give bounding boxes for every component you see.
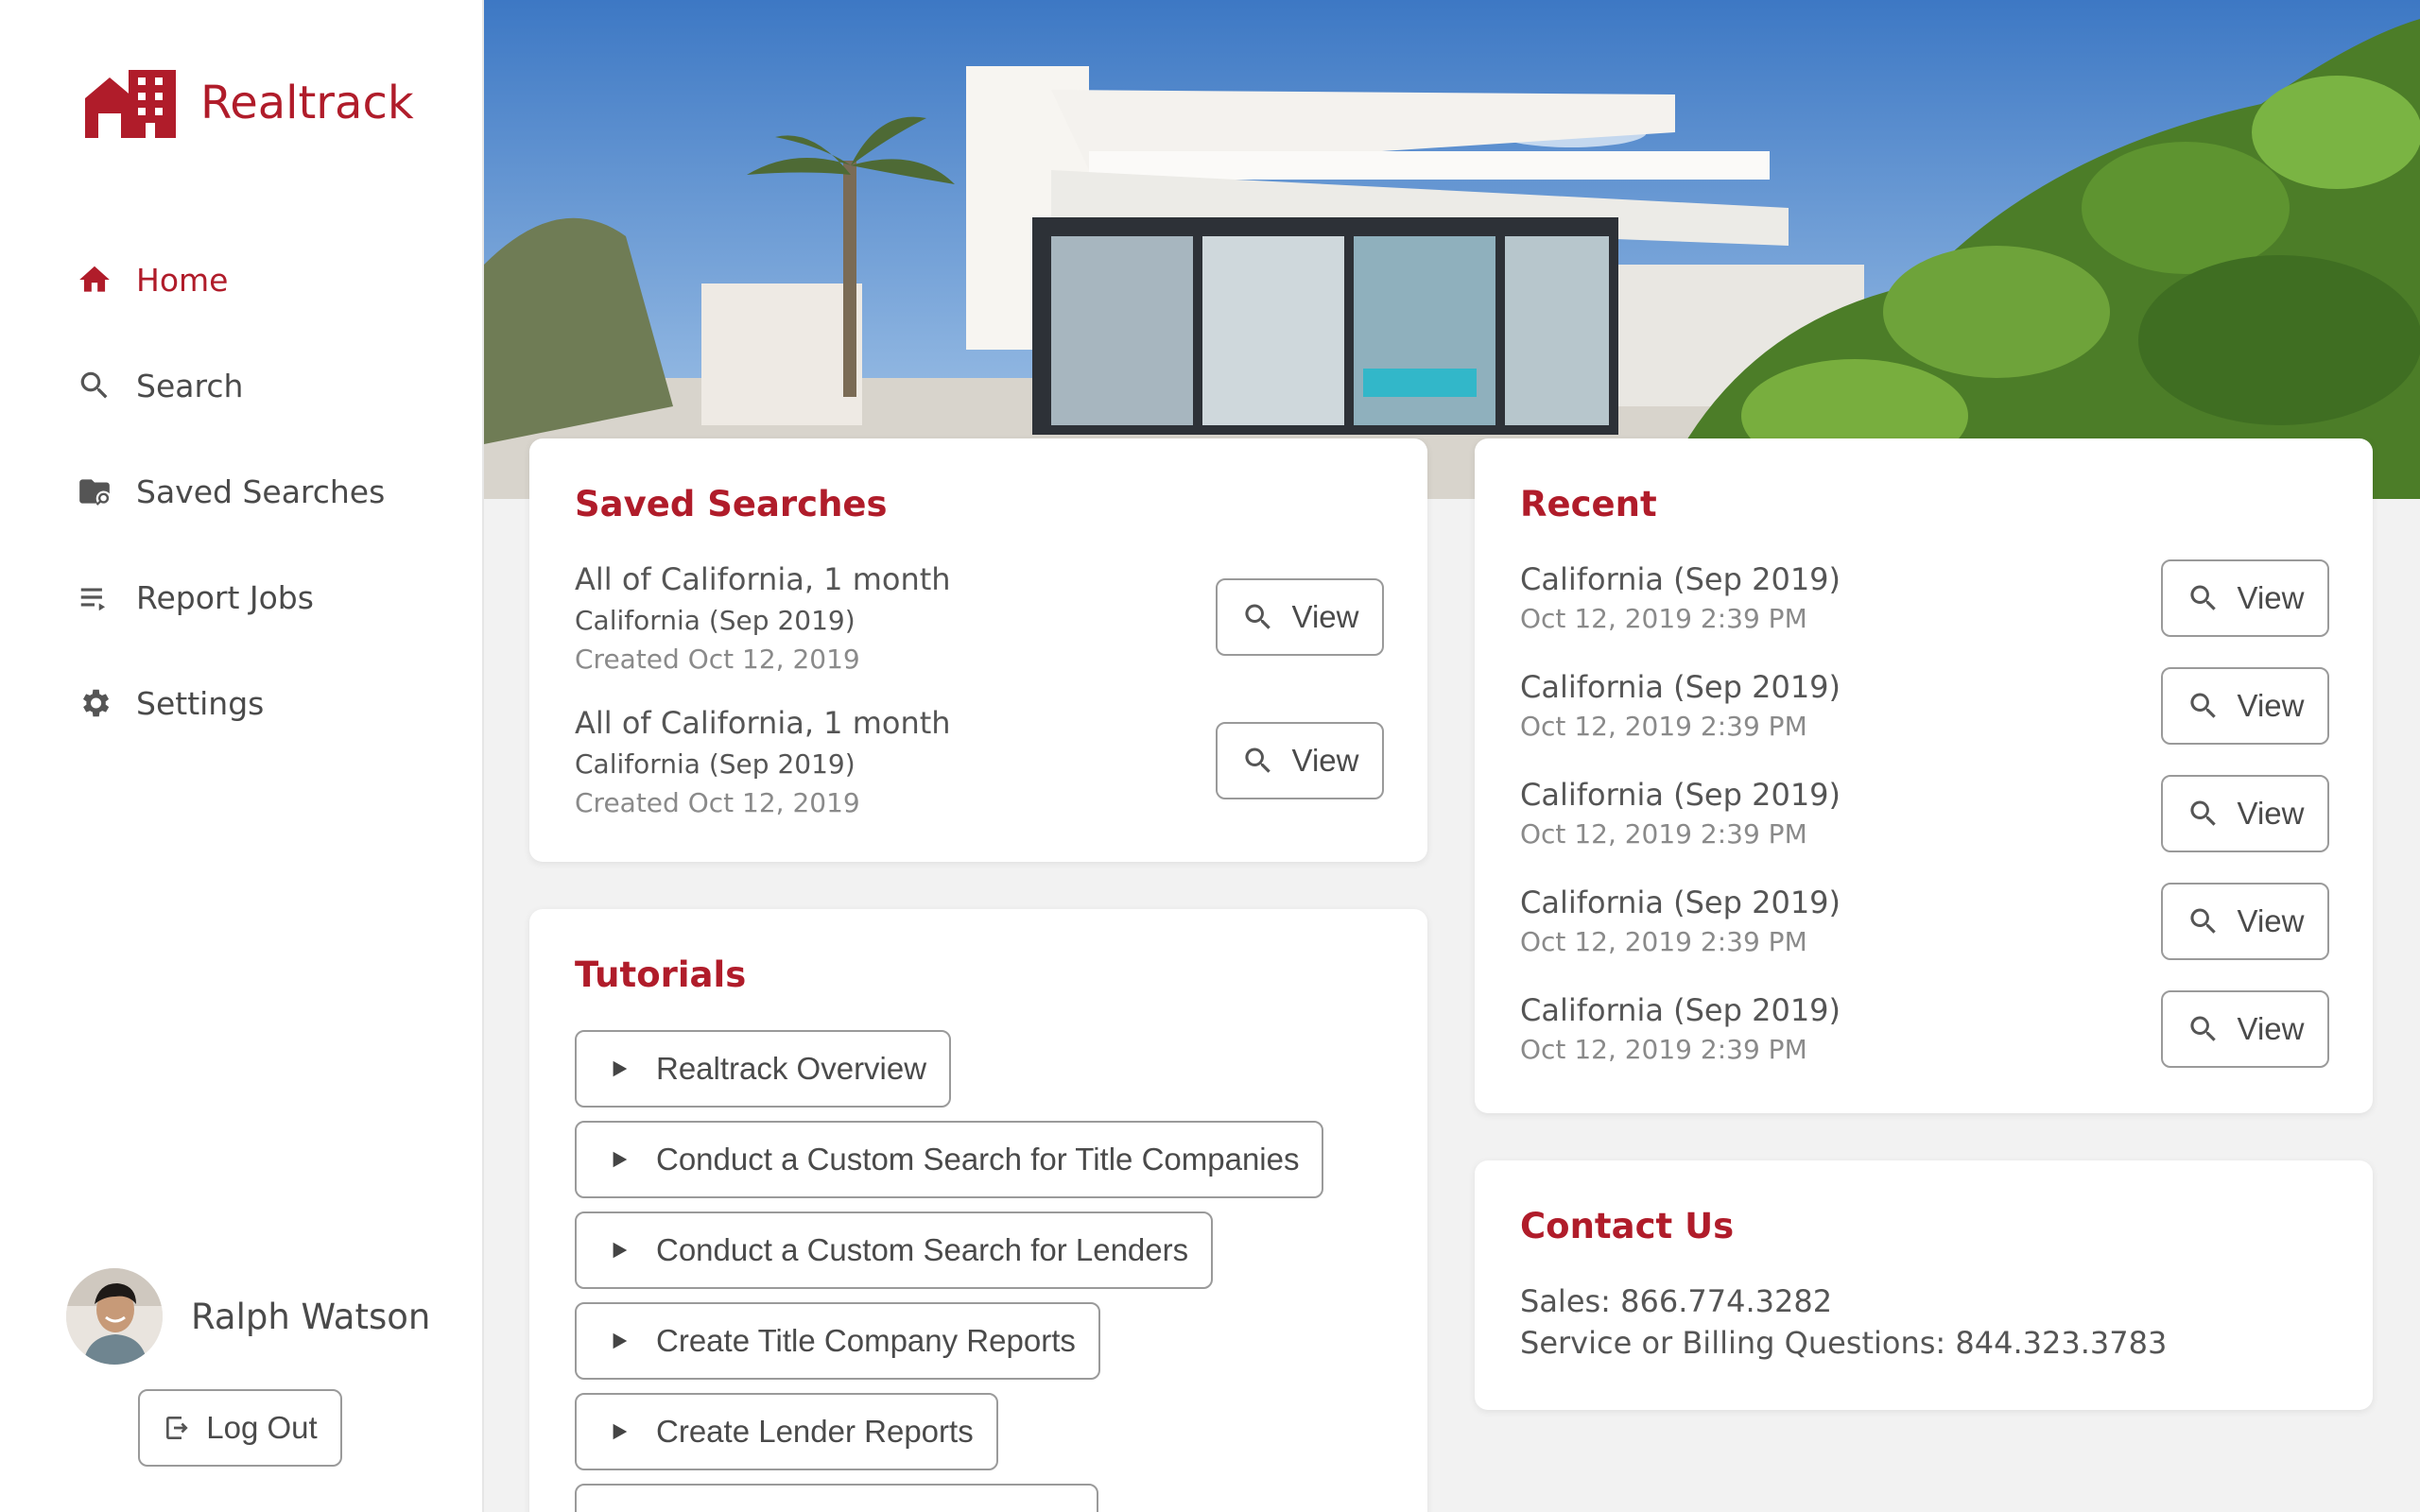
tutorial-button[interactable]: Conduct a Custom Search for Lenders bbox=[575, 1211, 1214, 1289]
tutorial-label: Realtrack Overview bbox=[656, 1051, 927, 1086]
nav-item-settings[interactable]: Settings bbox=[76, 650, 385, 756]
sidebar: Realtrack Home Search Saved Searches Rep… bbox=[0, 0, 484, 1512]
view-button[interactable]: View bbox=[2161, 990, 2329, 1068]
folder-search-icon bbox=[76, 472, 113, 510]
app-logo[interactable]: Realtrack bbox=[83, 66, 414, 140]
nav-label-report-jobs: Report Jobs bbox=[136, 578, 314, 616]
search-icon bbox=[1244, 604, 1270, 629]
view-button[interactable]: View bbox=[2161, 775, 2329, 852]
play-icon bbox=[613, 1423, 628, 1440]
tutorial-button[interactable]: Realtrack Overview bbox=[575, 1030, 952, 1108]
main-nav: Home Search Saved Searches Report Jobs S… bbox=[76, 227, 385, 756]
user-profile[interactable]: Ralph Watson bbox=[66, 1268, 430, 1365]
play-icon bbox=[613, 1242, 628, 1259]
logout-button[interactable]: Log Out bbox=[138, 1389, 342, 1467]
search-icon bbox=[2189, 585, 2216, 610]
building-logo-icon bbox=[85, 70, 176, 138]
gear-icon bbox=[76, 684, 113, 722]
search-icon bbox=[2189, 908, 2216, 934]
view-label: View bbox=[2237, 688, 2305, 723]
view-label: View bbox=[2237, 580, 2305, 615]
search-icon bbox=[2189, 1016, 2216, 1041]
nav-label-home: Home bbox=[136, 261, 229, 299]
home-icon bbox=[76, 261, 113, 299]
nav-item-search[interactable]: Search bbox=[76, 333, 385, 438]
saved-searches-card: Saved Searches All of California, 1 mont… bbox=[529, 438, 1427, 862]
contact-title: Contact Us bbox=[1520, 1206, 1735, 1246]
tutorial-button[interactable]: Conduct a Custom Search for Title Compan… bbox=[575, 1121, 1324, 1198]
view-label: View bbox=[2237, 796, 2305, 831]
view-label: View bbox=[2237, 903, 2305, 938]
nav-label-settings: Settings bbox=[136, 684, 265, 722]
view-label: View bbox=[1291, 743, 1359, 778]
tutorials-title: Tutorials bbox=[575, 954, 747, 995]
play-icon bbox=[613, 1332, 628, 1349]
tutorial-label: Conduct a Custom Search for Title Compan… bbox=[656, 1142, 1300, 1177]
tutorial-label: Create Title Company Reports bbox=[656, 1323, 1076, 1358]
tutorial-button[interactable]: Create Lender Reports bbox=[575, 1393, 998, 1470]
saved-searches-title: Saved Searches bbox=[575, 484, 888, 524]
avatar bbox=[66, 1268, 163, 1365]
app-name: Realtrack bbox=[200, 77, 414, 129]
play-icon bbox=[613, 1060, 628, 1077]
view-button[interactable]: View bbox=[1216, 578, 1384, 656]
service-phone: Service or Billing Questions: 844.323.37… bbox=[1520, 1325, 2168, 1361]
play-icon bbox=[613, 1151, 628, 1168]
tutorial-button[interactable] bbox=[575, 1484, 1098, 1512]
logout-label: Log Out bbox=[206, 1410, 318, 1445]
search-icon bbox=[2189, 800, 2216, 826]
hero-image bbox=[484, 0, 2420, 499]
recent-title: Recent bbox=[1520, 484, 1657, 524]
view-label: View bbox=[2237, 1011, 2305, 1046]
view-button[interactable]: View bbox=[2161, 883, 2329, 960]
search-icon bbox=[1244, 747, 1270, 773]
contact-card: Contact Us Sales: 866.774.3282 Service o… bbox=[1475, 1160, 2373, 1410]
tutorial-button[interactable]: Create Title Company Reports bbox=[575, 1302, 1100, 1380]
tutorial-label: Conduct a Custom Search for Lenders bbox=[656, 1232, 1189, 1267]
nav-label-saved-searches: Saved Searches bbox=[136, 472, 386, 510]
view-button[interactable]: View bbox=[1216, 722, 1384, 799]
view-button[interactable]: View bbox=[2161, 559, 2329, 637]
nav-item-home[interactable]: Home bbox=[76, 227, 385, 333]
search-icon bbox=[76, 367, 113, 404]
recent-card: Recent California (Sep 2019) Oct 12, 201… bbox=[1475, 438, 2373, 1113]
tutorials-card: Tutorials Realtrack Overview Conduct a C… bbox=[529, 909, 1427, 1512]
view-label: View bbox=[1291, 599, 1359, 634]
sales-phone: Sales: 866.774.3282 bbox=[1520, 1283, 1833, 1319]
tutorial-label: Create Lender Reports bbox=[656, 1414, 974, 1449]
view-button[interactable]: View bbox=[2161, 667, 2329, 745]
nav-item-report-jobs[interactable]: Report Jobs bbox=[76, 544, 385, 650]
nav-label-search: Search bbox=[136, 367, 244, 404]
logout-icon bbox=[166, 1417, 188, 1439]
user-name: Ralph Watson bbox=[191, 1296, 431, 1337]
search-icon bbox=[2189, 693, 2216, 718]
nav-item-saved-searches[interactable]: Saved Searches bbox=[76, 438, 385, 544]
list-icon bbox=[76, 578, 113, 616]
